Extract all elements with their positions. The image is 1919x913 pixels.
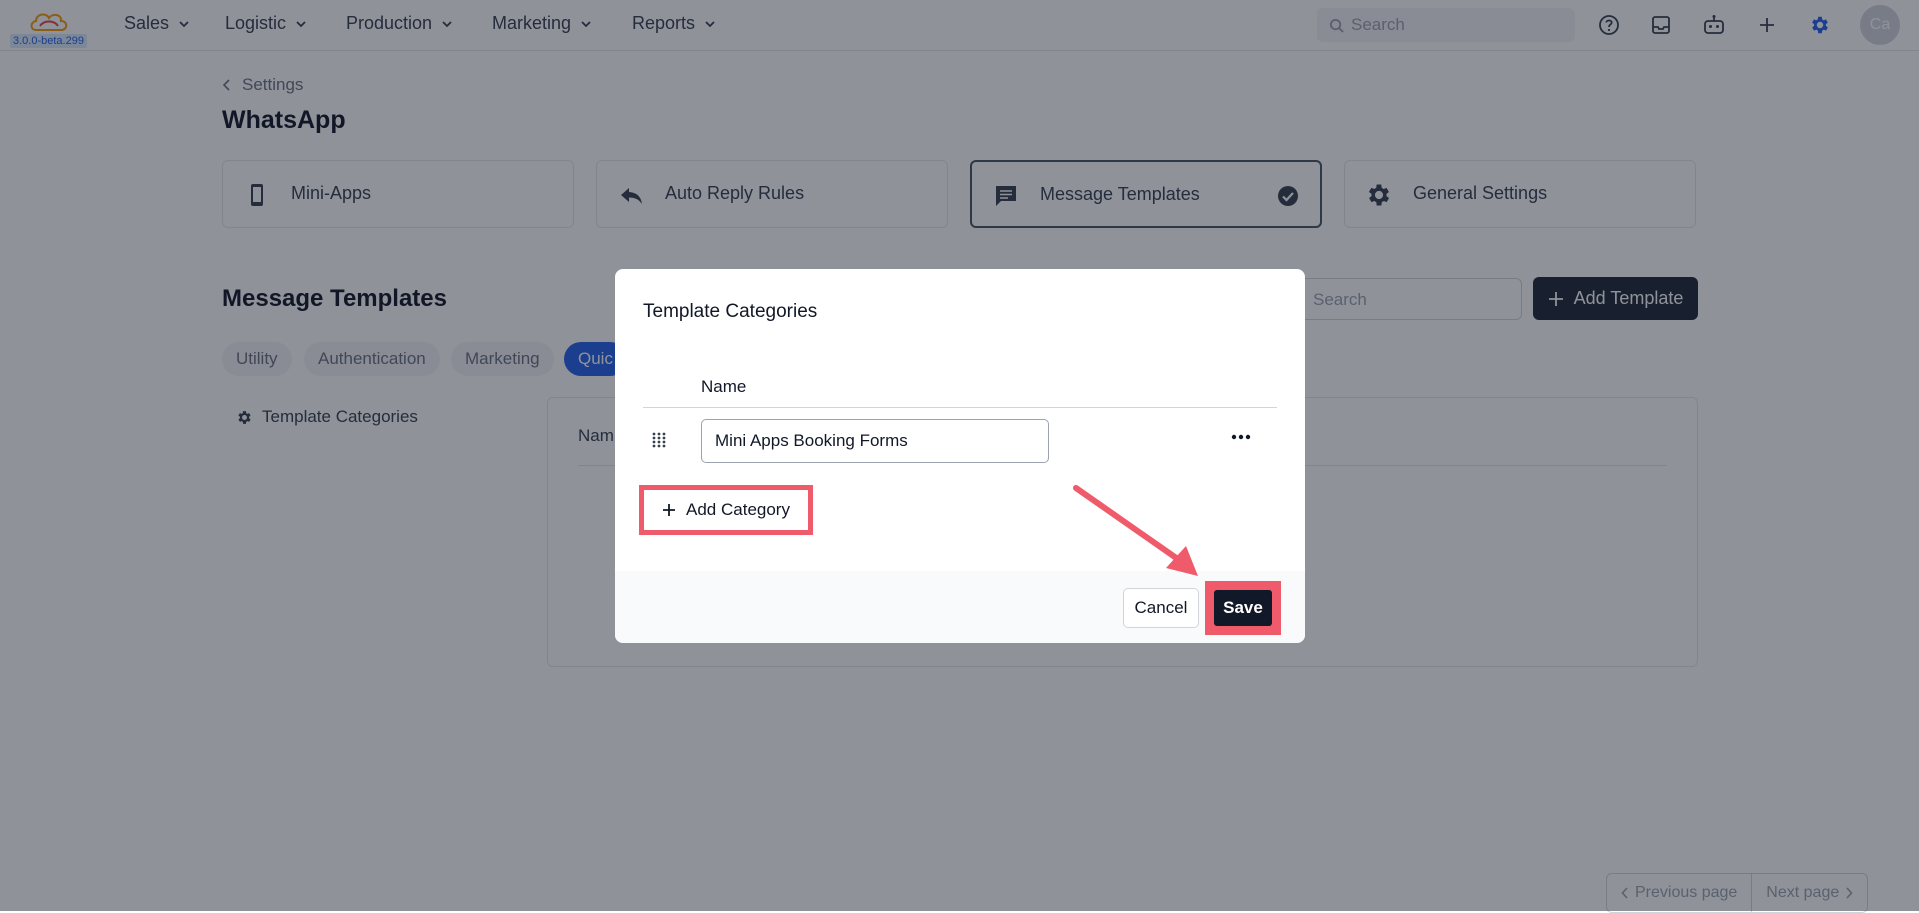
header-divider [643, 407, 1277, 408]
add-category-label: Add Category [686, 500, 790, 519]
cancel-button[interactable]: Cancel [1123, 588, 1199, 628]
dialog-title: Template Categories [643, 301, 818, 322]
drag-handle-icon[interactable] [651, 431, 667, 449]
category-name-input[interactable] [701, 419, 1049, 463]
column-header-name: Name [701, 377, 747, 396]
plus-icon [663, 504, 676, 516]
save-button[interactable]: Save [1214, 590, 1272, 626]
annotation-arrow-icon [1073, 485, 1198, 576]
more-options-icon[interactable] [1229, 427, 1253, 447]
template-categories-dialog: Template Categories Name Add Category Ca… [615, 269, 1305, 643]
add-category-button[interactable]: Add Category [639, 485, 813, 535]
save-highlight: Save [1205, 581, 1281, 635]
